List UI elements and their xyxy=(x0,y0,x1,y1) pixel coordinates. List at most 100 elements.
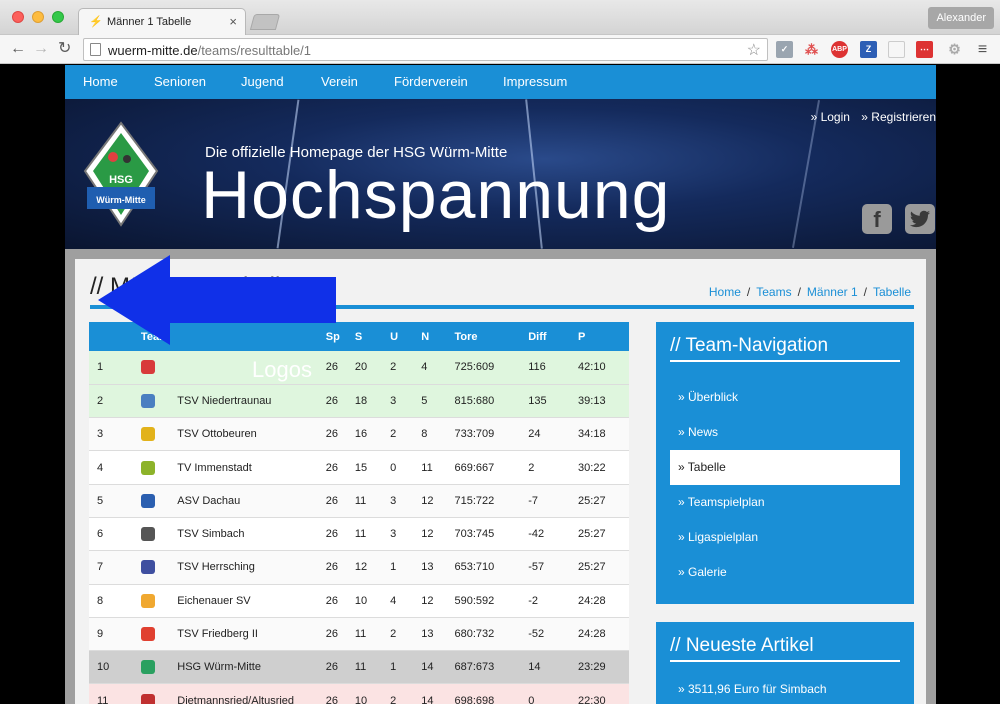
extension-todo-icon[interactable]: ⋯ xyxy=(916,41,933,58)
cell-s: 10 xyxy=(354,694,368,704)
cell-u: 1 xyxy=(390,561,397,574)
cell-position: 6 xyxy=(97,528,104,541)
standings-table: Team Sp S U N Tore Diff P 1 26 20 2 4 725:609… xyxy=(89,322,629,704)
forward-arrow-icon[interactable]: → xyxy=(33,40,49,58)
cell-team[interactable]: TSV Simbach xyxy=(177,517,326,550)
team-logo-icon xyxy=(140,551,177,584)
cell-team[interactable]: ASV Dachau xyxy=(177,484,326,517)
extension-adblock-icon[interactable]: ABP xyxy=(831,41,848,58)
extension-z-icon[interactable]: Z xyxy=(860,41,877,58)
team-logo-icon xyxy=(140,460,155,475)
cell-team[interactable]: TSV Ottobeuren xyxy=(177,418,326,451)
cell-tore: 715:722 xyxy=(454,494,495,507)
cell-position: 2 xyxy=(97,394,104,407)
reload-icon[interactable]: ↻ xyxy=(58,40,71,58)
back-arrow-icon[interactable]: ← xyxy=(10,40,26,58)
address-bar[interactable]: wuerm-mitte.de/teams/resulttable/1 ☆ xyxy=(83,38,768,61)
cell-position: 8 xyxy=(97,594,104,607)
cell-tore: 725:609 xyxy=(454,361,495,374)
breadcrumb: Home / Teams / Männer 1/Tabelle xyxy=(708,285,911,299)
cell-diff: -42 xyxy=(528,528,545,541)
header-diff: Diff xyxy=(528,330,547,343)
side-item-ligaspielplan[interactable]: » Ligaspielplan xyxy=(670,520,900,555)
annotation-arrow xyxy=(98,255,336,345)
team-logo-icon xyxy=(140,627,155,642)
extension-check-icon[interactable]: ✓ xyxy=(776,41,793,58)
minimize-window-button[interactable] xyxy=(32,11,44,23)
svg-text:HSG: HSG xyxy=(109,174,133,186)
cell-diff: 14 xyxy=(528,661,541,674)
cell-team[interactable]: Dietmannsried/Altusried xyxy=(177,684,326,704)
cell-p: 39:13 xyxy=(578,394,606,407)
team-logo-icon xyxy=(140,384,177,417)
register-link[interactable]: » Registrieren xyxy=(861,110,936,124)
cell-sp: 26 xyxy=(325,628,339,641)
cell-team[interactable]: HSG Würm-Mitte xyxy=(177,651,326,684)
nav-item-verein[interactable]: Verein xyxy=(321,74,358,89)
nav-item-senioren[interactable]: Senioren xyxy=(154,74,206,89)
cell-team[interactable]: TSV Herrsching xyxy=(177,551,326,584)
nav-item-impressum[interactable]: Impressum xyxy=(503,74,567,89)
cell-team[interactable]: TSV Niedertraunau xyxy=(177,384,326,417)
account-links: » Login » Registrieren xyxy=(803,110,936,124)
cell-diff: 135 xyxy=(528,394,547,407)
arrow-shape xyxy=(98,255,336,345)
cell-n: 14 xyxy=(421,694,434,704)
extension-gear-icon[interactable]: ⚙ xyxy=(946,41,963,58)
cell-p: 25:27 xyxy=(578,561,606,574)
nav-item-jugend[interactable]: Jugend xyxy=(241,74,284,89)
browser-titlebar: ⚡ Männer 1 Tabelle × Alexander xyxy=(0,0,1000,36)
side-item-ueberblick[interactable]: » Überblick xyxy=(670,380,900,415)
cell-p: 25:27 xyxy=(578,494,606,507)
tab-close-icon[interactable]: × xyxy=(229,14,237,29)
side-item-galerie[interactable]: » Galerie xyxy=(670,555,900,590)
facebook-icon[interactable]: f xyxy=(862,204,892,234)
twitter-icon[interactable] xyxy=(905,204,935,234)
nav-item-home[interactable]: Home xyxy=(83,74,118,89)
article-link[interactable]: » 3511,96 Euro für Simbach xyxy=(670,672,900,704)
breadcrumb-teams[interactable]: Teams xyxy=(756,285,791,299)
cell-u: 2 xyxy=(390,694,397,704)
cell-u: 2 xyxy=(390,361,397,374)
login-link[interactable]: » Login xyxy=(811,110,850,124)
cell-p: 34:18 xyxy=(578,428,606,441)
cell-s: 11 xyxy=(354,528,367,541)
cell-diff: 24 xyxy=(528,428,541,441)
cell-p: 24:28 xyxy=(578,594,606,607)
extension-asana-icon[interactable]: ⁂ xyxy=(803,41,820,58)
side-item-news[interactable]: » News xyxy=(670,415,900,450)
url-text: wuerm-mitte.de/teams/resulttable/1 xyxy=(108,43,312,58)
cell-position: 5 xyxy=(97,494,104,507)
cell-diff: 2 xyxy=(528,461,535,474)
cell-tore: 733:709 xyxy=(454,428,495,441)
breadcrumb-home[interactable]: Home xyxy=(709,285,741,299)
cell-team[interactable]: TSV Friedberg II xyxy=(177,617,326,650)
breadcrumb-tabelle[interactable]: Tabelle xyxy=(873,285,911,299)
zoom-window-button[interactable] xyxy=(52,11,64,23)
close-window-button[interactable] xyxy=(12,11,24,23)
profile-button[interactable]: Alexander xyxy=(928,7,994,29)
extension-page-icon[interactable] xyxy=(888,41,905,58)
team-logo-icon xyxy=(140,593,155,608)
cell-team[interactable]: Eichenauer SV xyxy=(177,584,326,617)
side-item-teamspielplan[interactable]: » Teamspielplan xyxy=(670,485,900,520)
cell-u: 3 xyxy=(390,528,397,541)
side-item-tabelle[interactable]: » Tabelle xyxy=(670,450,900,485)
browser-tab[interactable]: ⚡ Männer 1 Tabelle × xyxy=(78,8,246,36)
club-logo[interactable]: HSG Würm-Mitte xyxy=(83,121,159,227)
new-tab-button[interactable] xyxy=(249,14,281,30)
menu-icon[interactable]: ≡ xyxy=(974,41,991,58)
table-row: 1 26 20 2 4 725:609 116 42:10 xyxy=(89,351,629,385)
cell-sp: 26 xyxy=(325,694,339,704)
latest-articles-box: // Neueste Artikel » 3511,96 Euro für Si… xyxy=(656,622,914,704)
nav-item-foerderverein[interactable]: Förderverein xyxy=(394,74,468,89)
tab-title: Männer 1 Tabelle xyxy=(107,16,192,28)
cell-s: 16 xyxy=(354,428,368,441)
cell-team[interactable]: TV Immenstadt xyxy=(177,451,326,484)
breadcrumb-maenner-1[interactable]: Männer 1 xyxy=(807,285,858,299)
team-navigation-title: // Team-Navigation xyxy=(670,335,829,356)
table-row: 9 TSV Friedberg II 26 11 2 13 680:732 -52 24:28 xyxy=(89,617,629,651)
cell-n: 11 xyxy=(421,461,433,474)
cell-sp: 26 xyxy=(325,561,339,574)
bookmark-star-icon[interactable]: ☆ xyxy=(747,40,761,60)
